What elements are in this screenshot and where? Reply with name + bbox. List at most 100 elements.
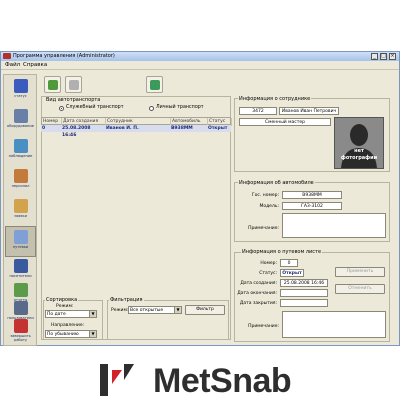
metsnab-logo-icon (100, 364, 134, 396)
radio-personal-transport[interactable] (149, 106, 154, 111)
vehicle-group-title: Информация об автомобиле (238, 180, 315, 186)
waybill-number-field[interactable]: 0 (280, 259, 298, 267)
chevron-down-icon: ▼ (89, 311, 96, 317)
cell-status: Открыт (208, 126, 228, 131)
radio-personal-transport-label: Личный транспорт (156, 105, 204, 110)
menu-bar: Файл Справка (1, 61, 399, 70)
title-bar: Программа управления (Administrator) (1, 52, 399, 61)
menu-help[interactable]: Справка (21, 61, 49, 70)
employee-group-title: Информация о сотруднике (238, 96, 312, 102)
waybill-icon (13, 230, 28, 244)
app-window: Программа управления (Administrator) _ □… (0, 51, 400, 346)
hardware-icon (13, 109, 28, 123)
radio-service-transport[interactable] (59, 106, 64, 111)
document-add-icon (48, 80, 58, 90)
sidebar-item-label: путевки (12, 245, 29, 249)
sidebar-item-staff[interactable]: персонал (5, 166, 36, 197)
waybill-group-title: Информация о путевом листе (241, 249, 323, 255)
waybill-note-label: Примечание: (248, 324, 279, 329)
employee-name-field[interactable]: Иванов Иван Петрович (279, 107, 339, 115)
maximize-button[interactable]: □ (380, 53, 387, 60)
visitors-icon (13, 259, 28, 273)
no-photo-text-line2: фотографии (340, 155, 378, 161)
filter-group-title: Фильтрация (109, 297, 144, 303)
document-edit-icon (69, 80, 79, 90)
brand-name: MetSnab (153, 362, 292, 400)
sort-direction-label: Направление: (51, 323, 85, 328)
app-logo-icon (3, 53, 11, 59)
sidebar-item-label: завершить работу (10, 334, 31, 342)
waybill-number-label: Номер: (260, 261, 277, 266)
employee-id-field[interactable]: 3472 (239, 107, 277, 115)
sorting-group-title: Сортировка (45, 297, 79, 303)
sort-mode-label: Режим: (56, 304, 74, 309)
employee-photo: нет фотографии (334, 117, 384, 169)
refresh-icon (150, 80, 160, 90)
users-icon (13, 301, 28, 315)
sort-direction-value: По убыванию (47, 332, 79, 337)
filter-mode-value: Все открытые (130, 308, 164, 313)
sidebar-item-waybills[interactable]: путевки (5, 226, 36, 257)
waybill-created-field[interactable]: 25.08.2008 16:46 (280, 279, 328, 287)
filter-mode-select[interactable]: Все открытые ▼ (128, 306, 182, 314)
monitor-icon (13, 139, 28, 153)
model-field[interactable]: ГАЗ-3102 (282, 202, 342, 210)
sidebar-item-label: статус (14, 94, 27, 98)
sort-mode-value: По дате (47, 312, 66, 317)
waybill-note-field[interactable] (282, 311, 386, 338)
sort-mode-select[interactable]: По дате ▼ (45, 310, 97, 318)
table-row[interactable]: 0 25.08.2008 16:46 Иванов И. П. В938ММ О… (41, 125, 231, 138)
waybill-status-field[interactable]: Открыт (280, 269, 304, 277)
waybill-closed-label: Дата закрытия: (239, 301, 277, 306)
chevron-down-icon: ▼ (89, 331, 96, 337)
no-photo-text-line1: нет (354, 148, 364, 154)
cell-date: 25.08.2008 16:46 (62, 126, 91, 138)
sidebar-item-label: персонал (11, 184, 30, 188)
sidebar-item-label: наблюдение (8, 154, 33, 158)
sidebar-item-requests[interactable]: заявки (5, 196, 36, 227)
plate-label: Гос. номер: (251, 193, 279, 198)
sidebar: статус оборудование наблюдение персонал … (3, 74, 37, 346)
radio-service-transport-label: Служебный транспорт (66, 105, 124, 110)
sidebar-item-label: заявки (14, 214, 27, 218)
cell-vehicle: В938ММ (171, 126, 193, 131)
menu-file[interactable]: Файл (3, 61, 22, 70)
transport-group-title: Вид автотранспорта (45, 97, 102, 103)
staff-icon (13, 169, 28, 183)
refresh-button[interactable] (146, 76, 163, 93)
filter-mode-label: Режим: (111, 308, 129, 313)
requests-icon (13, 199, 28, 213)
cell-employee: Иванов И. П. (106, 126, 139, 131)
add-waybill-button[interactable] (44, 76, 61, 93)
waybill-returned-label: Дата окончания: (237, 291, 277, 296)
sidebar-item-hardware[interactable]: оборудование (5, 106, 36, 137)
minimize-button[interactable]: _ (371, 53, 378, 60)
cancel-button[interactable]: Отменить (335, 284, 385, 294)
sidebar-item-label: посетители (9, 274, 32, 278)
sidebar-item-exit[interactable]: завершить работу (5, 316, 36, 347)
window-title: Программа управления (Administrator) (13, 53, 115, 59)
waybill-status-label: Статус: (259, 271, 277, 276)
cell-number: 0 (42, 126, 46, 131)
exit-icon (13, 319, 28, 333)
person-icon (13, 79, 28, 93)
chevron-down-icon: ▼ (174, 307, 181, 313)
filter-button[interactable]: Фильтр (185, 305, 225, 315)
sidebar-item-label: оборудование (7, 124, 34, 128)
waybill-closed-field[interactable] (280, 299, 328, 307)
grid-header: Номер Дата создания Сотрудник Автомобиль… (41, 117, 232, 126)
apply-button[interactable]: Применить (335, 267, 385, 277)
reports-icon (13, 283, 28, 297)
sidebar-item-monitoring[interactable]: наблюдение (5, 136, 36, 167)
waybill-returned-field[interactable] (280, 289, 328, 297)
waybill-created-label: Дата создания: (240, 281, 277, 286)
sort-direction-select[interactable]: По убыванию ▼ (45, 330, 97, 338)
employee-position-field[interactable]: Сменный мастер (239, 118, 331, 126)
close-button[interactable]: × (389, 53, 396, 60)
model-label: Модель: (259, 204, 279, 209)
sidebar-item-status[interactable]: статус (5, 76, 36, 107)
vehicle-note-field[interactable] (282, 213, 386, 238)
vehicle-note-label: Примечание: (248, 226, 279, 231)
edit-waybill-button[interactable] (65, 76, 82, 93)
plate-field[interactable]: В938ММ (282, 191, 342, 199)
